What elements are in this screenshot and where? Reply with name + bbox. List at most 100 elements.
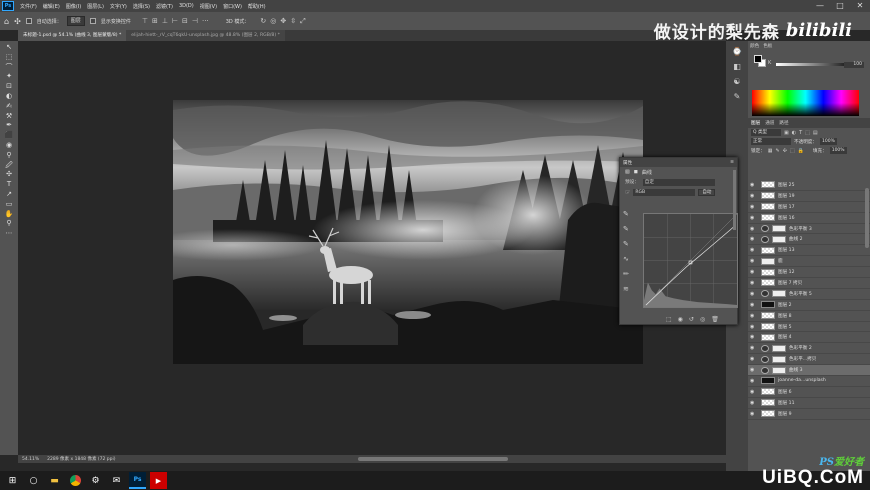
- visibility-eye-icon[interactable]: ◉: [750, 356, 758, 362]
- more-options-icon[interactable]: ···: [202, 17, 209, 25]
- tool-icon-1[interactable]: ⬚: [6, 53, 13, 62]
- menu-item-9[interactable]: 窗口(W): [220, 3, 245, 10]
- filter-smart-icon[interactable]: ▤: [813, 130, 818, 136]
- document-tab[interactable]: 未标题-1.psd @ 54.1% (曲线 3, 图层蒙版/8) *: [18, 30, 127, 41]
- menu-item-2[interactable]: 图像(I): [63, 3, 84, 10]
- tool-icon-10[interactable]: ◉: [6, 141, 12, 150]
- visibility-eye-icon[interactable]: ◉: [750, 204, 758, 210]
- maximize-button[interactable]: □: [830, 0, 850, 12]
- target-adjust-icon[interactable]: ☞: [625, 189, 630, 196]
- tool-icon-14[interactable]: T: [7, 180, 11, 189]
- layers-scrollbar[interactable]: [865, 188, 869, 248]
- visibility-eye-icon[interactable]: ◉: [750, 389, 758, 395]
- tool-icon-0[interactable]: ↖: [6, 43, 12, 52]
- black-eyedropper-icon[interactable]: ✎: [623, 210, 629, 218]
- gray-eyedropper-icon[interactable]: ✎: [623, 225, 629, 233]
- visibility-eye-icon[interactable]: ◉: [750, 258, 758, 264]
- layer-row[interactable]: ◉ joanne-da...unsplash: [748, 376, 870, 387]
- menu-item-4[interactable]: 文字(Y): [107, 3, 130, 10]
- k-value-field[interactable]: 100: [844, 62, 864, 68]
- layers-panel-tab[interactable]: 通道: [765, 120, 774, 126]
- lock-all-icon[interactable]: 🔒: [798, 148, 804, 154]
- layer-row[interactable]: ◉ 图层 17: [748, 202, 870, 213]
- 3d-scale-icon[interactable]: ⤢: [300, 17, 306, 26]
- layers-panel-tab[interactable]: 路径: [779, 120, 788, 126]
- transform-controls-checkbox[interactable]: [89, 18, 96, 24]
- visibility-eye-icon[interactable]: ◉: [750, 334, 758, 340]
- menu-item-0[interactable]: 文件(F): [17, 3, 40, 10]
- layer-mask-thumbnail[interactable]: [772, 235, 786, 243]
- visibility-eye-icon[interactable]: ◉: [750, 324, 758, 330]
- layer-row[interactable]: ◉ 图层 5: [748, 322, 870, 333]
- app-icon[interactable]: ⚙: [87, 472, 104, 489]
- visibility-eye-icon[interactable]: ◉: [750, 345, 758, 351]
- opacity-field[interactable]: 100%: [819, 138, 837, 145]
- layer-mask-thumbnail[interactable]: [772, 366, 786, 374]
- layer-row[interactable]: ◉ 鹿: [748, 256, 870, 268]
- layer-row[interactable]: ◉ 图层 7 拷贝: [748, 278, 870, 289]
- lock-paint-icon[interactable]: ✎: [776, 148, 780, 154]
- document-size[interactable]: 2289 像素 x 1848 像素 (72 ppi): [47, 456, 115, 462]
- layer-mask-thumbnail[interactable]: [772, 344, 786, 352]
- canvas-area[interactable]: 属性 ≡ ▧ ◼ 曲线 预设： 自定 ☞ RGB 自动 ✎ ✎ ✎ ∿ ✏ ≋ …: [18, 41, 738, 455]
- history-icon[interactable]: ⌚: [732, 47, 742, 56]
- tool-icon-7[interactable]: ⚒: [6, 112, 12, 121]
- align-bottom-icon[interactable]: ⊥: [162, 17, 168, 25]
- pencil-icon[interactable]: ✏: [623, 270, 629, 278]
- lock-move-icon[interactable]: ✣: [783, 148, 787, 154]
- layer-row[interactable]: ◉ 图层 19: [748, 191, 870, 202]
- tool-icon-19[interactable]: ⋯: [6, 229, 13, 238]
- menu-item-3[interactable]: 图层(L): [84, 3, 107, 10]
- layer-row[interactable]: ◉ 图层 16: [748, 213, 870, 224]
- visibility-eye-icon[interactable]: ◉: [750, 193, 758, 199]
- visibility-eye-icon[interactable]: ◉: [750, 280, 758, 286]
- menu-item-10[interactable]: 帮助(H): [245, 3, 269, 10]
- channel-dropdown[interactable]: RGB: [633, 188, 696, 196]
- adjust-icon[interactable]: ☯: [733, 77, 740, 86]
- visibility-eye-icon[interactable]: ◉: [750, 367, 758, 373]
- layer-row[interactable]: ◉ 图层 11: [748, 398, 870, 409]
- filter-adjust-icon[interactable]: ◐: [792, 130, 796, 136]
- visibility-eye-icon[interactable]: ◉: [750, 236, 758, 242]
- auto-button[interactable]: 自动: [698, 188, 716, 196]
- move-tool-icon[interactable]: ✣: [14, 17, 21, 26]
- file-explorer-icon[interactable]: ▬: [46, 472, 63, 489]
- layer-row[interactable]: ◉ 曲线 3: [748, 365, 870, 377]
- document-canvas-image[interactable]: [173, 100, 643, 364]
- tool-icon-2[interactable]: ⌒: [6, 63, 13, 72]
- preset-dropdown[interactable]: 自定: [642, 178, 715, 186]
- blend-mode-dropdown[interactable]: 正常: [751, 138, 791, 145]
- chrome-icon[interactable]: [70, 475, 81, 486]
- minimize-button[interactable]: —: [810, 0, 830, 12]
- layer-row[interactable]: ◉ 曲线 2: [748, 234, 870, 246]
- menu-item-1[interactable]: 编辑(E): [40, 3, 63, 10]
- brush-preset-icon[interactable]: ✎: [734, 92, 741, 101]
- fill-field[interactable]: 100%: [829, 147, 847, 154]
- reset-icon[interactable]: ↺: [689, 316, 694, 323]
- layer-row[interactable]: ◉ 图层 4: [748, 332, 870, 344]
- menu-item-7[interactable]: 3D(D): [176, 3, 197, 10]
- panel-menu-icon[interactable]: ≡: [730, 160, 737, 165]
- filter-type-icon[interactable]: T: [799, 130, 802, 136]
- auto-select-dropdown[interactable]: 图层: [66, 16, 85, 26]
- layer-mask-thumbnail[interactable]: [772, 290, 786, 298]
- visibility-eye-icon[interactable]: ◉: [750, 400, 758, 406]
- tool-icon-17[interactable]: ✋: [5, 210, 14, 219]
- layer-row[interactable]: ◉ 图层 13: [748, 245, 870, 257]
- menu-item-6[interactable]: 滤镜(T): [153, 3, 176, 10]
- properties-icon[interactable]: ◧: [733, 62, 741, 71]
- visibility-eye-icon[interactable]: ◉: [750, 313, 758, 319]
- color-spectrum[interactable]: [752, 90, 859, 116]
- layer-row[interactable]: ◉ 图层 25: [748, 180, 870, 191]
- visibility-eye-icon[interactable]: ◉: [750, 302, 758, 308]
- filter-pixel-icon[interactable]: ▣: [784, 130, 789, 136]
- horizontal-scrollbar[interactable]: [358, 457, 508, 461]
- layer-row[interactable]: ◉ 图层 9: [748, 409, 870, 420]
- visibility-eye-icon[interactable]: ◉: [750, 378, 758, 384]
- align-middle-icon[interactable]: ⊞: [152, 17, 158, 25]
- view-previous-icon[interactable]: ◉: [678, 316, 683, 323]
- curves-adjust-icon[interactable]: ▧: [625, 169, 630, 175]
- foreground-color-swatch[interactable]: [754, 55, 762, 63]
- video-player-icon[interactable]: ▶: [150, 472, 167, 489]
- visibility-eye-icon[interactable]: ◉: [750, 182, 758, 188]
